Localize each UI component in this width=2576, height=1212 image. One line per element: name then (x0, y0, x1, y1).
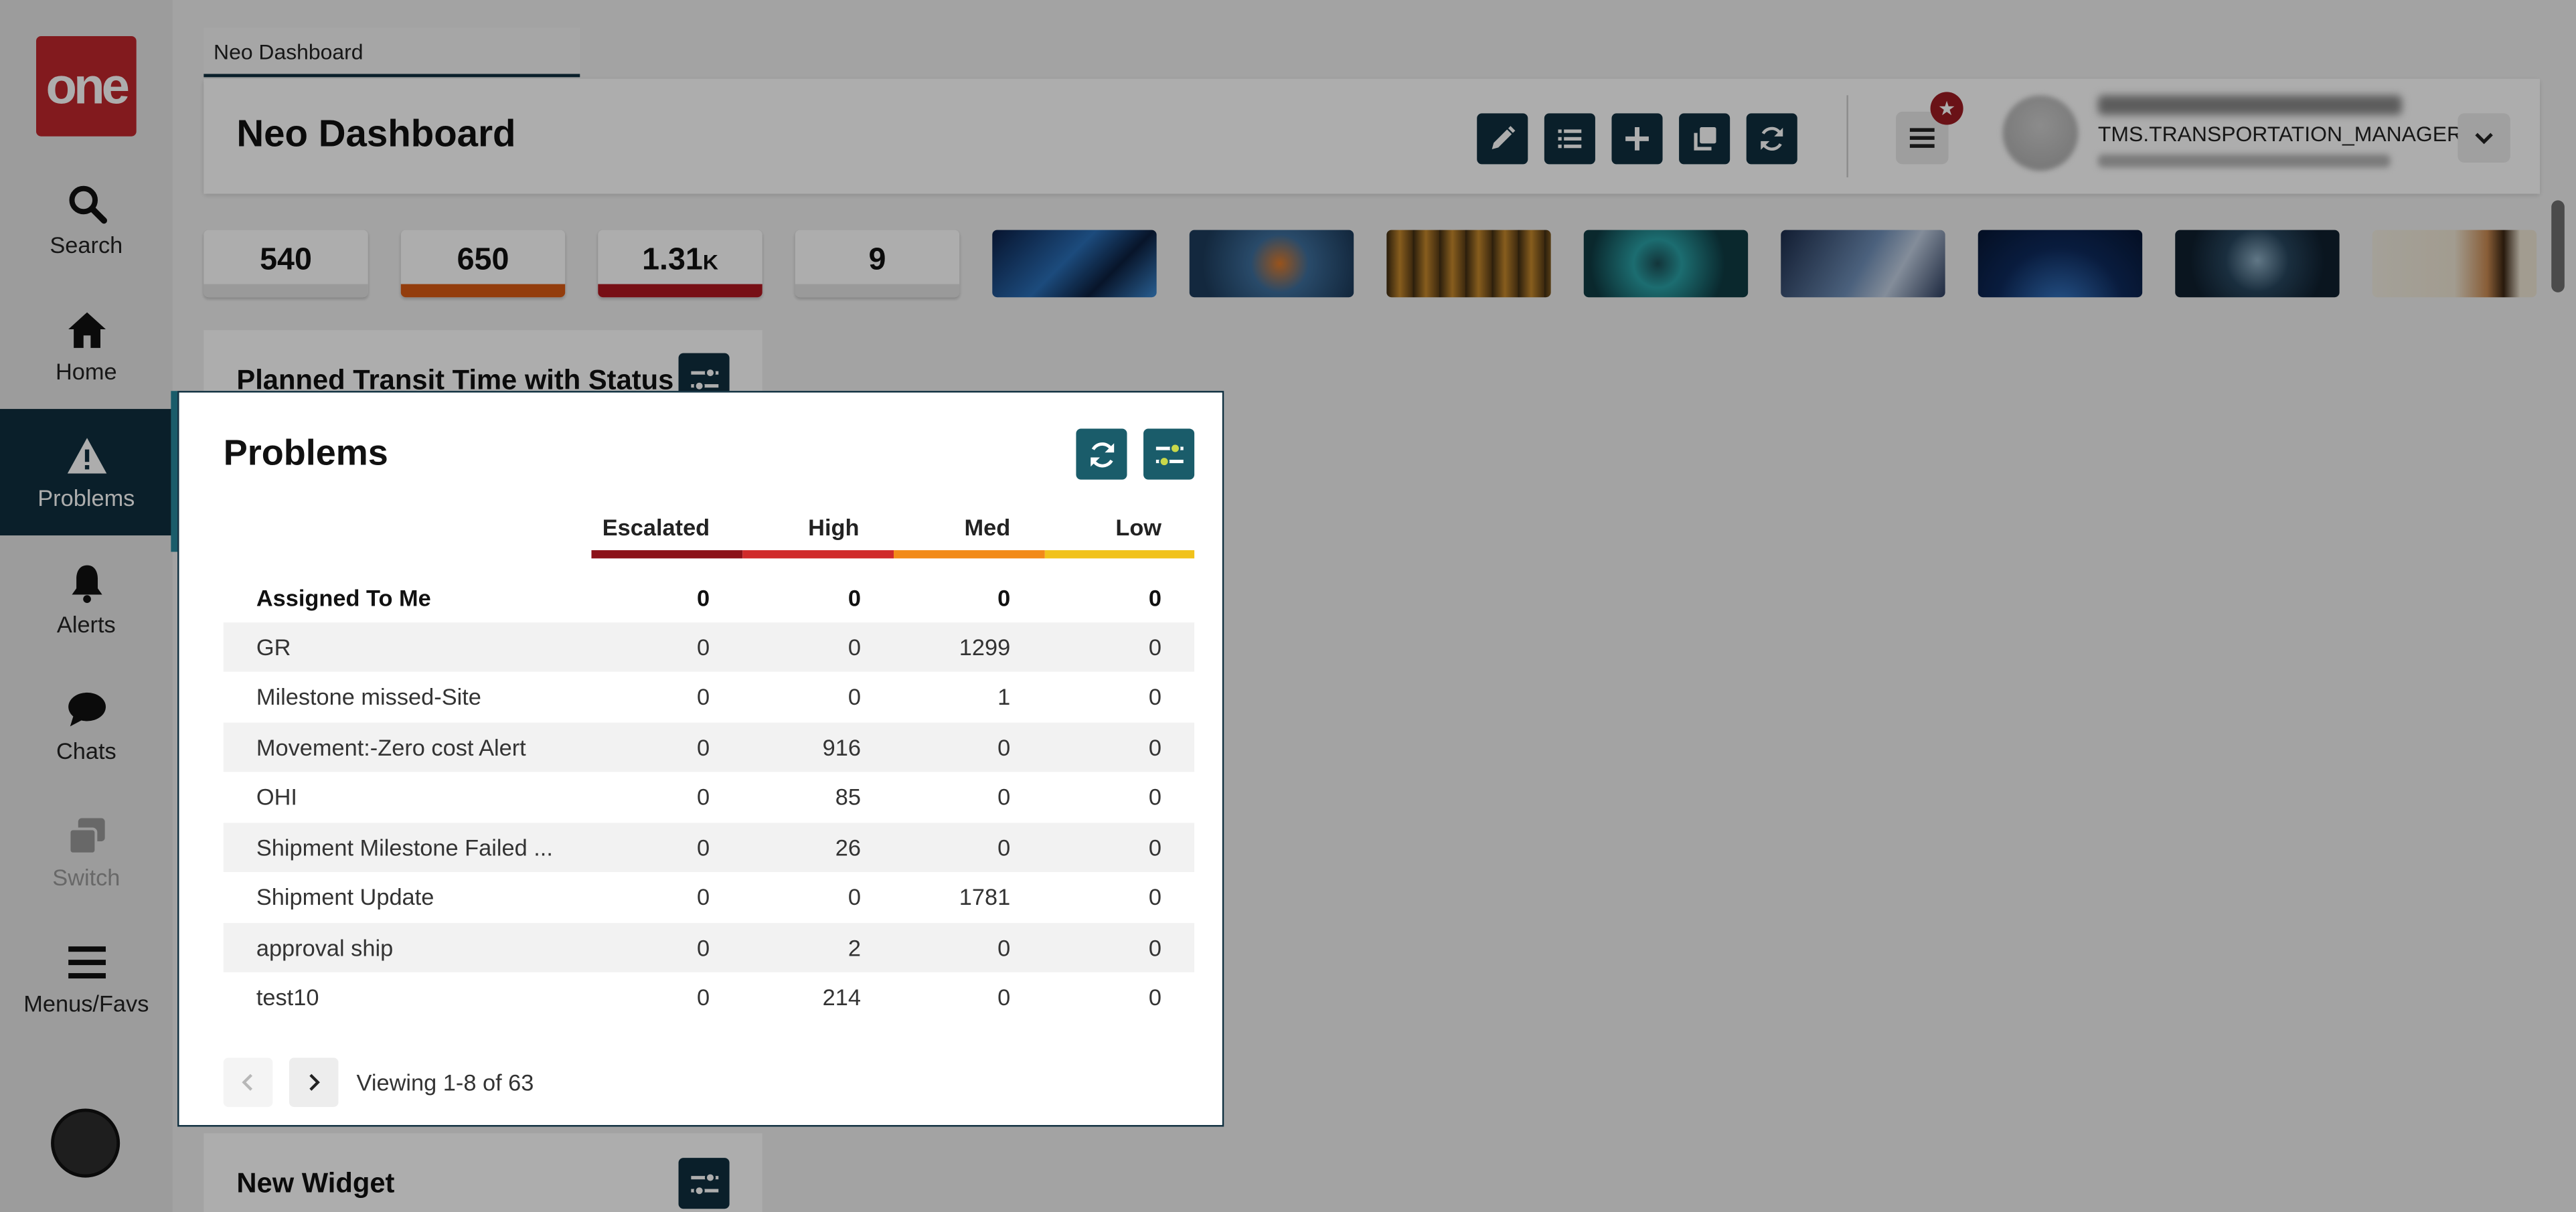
table-row[interactable]: Assigned To Me 0 0 0 0 (224, 573, 1194, 622)
cell-escalated[interactable]: 0 (594, 934, 710, 960)
table-row[interactable]: Shipment Milestone Failed ... 0 26 0 0 (223, 823, 1195, 873)
row-label: Assigned To Me (256, 584, 431, 611)
cell-med[interactable]: 1781 (895, 883, 1010, 910)
cell-low[interactable]: 0 (1046, 784, 1161, 810)
popup-title: Problems (223, 432, 388, 473)
cell-high[interactable]: 2 (746, 934, 861, 960)
table-row[interactable]: Shipment Update 0 0 1781 0 (224, 872, 1194, 922)
cell-low[interactable]: 0 (1046, 883, 1161, 910)
cell-high[interactable]: 0 (746, 634, 861, 660)
row-label: test10 (256, 984, 319, 1011)
row-label: OHI (256, 783, 297, 810)
cell-high[interactable]: 0 (746, 683, 861, 709)
cell-low[interactable]: 0 (1046, 734, 1161, 760)
table-row[interactable]: GR 0 0 1299 0 (223, 622, 1195, 672)
cell-low[interactable]: 0 (1046, 934, 1161, 960)
cell-high[interactable]: 85 (746, 784, 861, 810)
next-page-button[interactable] (289, 1057, 339, 1108)
problems-popup: Problems Escalated High Med Low Assigned… (177, 391, 1224, 1127)
row-label: Movement:-Zero cost Alert (256, 733, 526, 761)
cell-low[interactable]: 0 (1046, 683, 1161, 709)
cell-escalated[interactable]: 0 (594, 585, 710, 611)
cell-med[interactable]: 0 (895, 934, 1010, 960)
cell-high[interactable]: 214 (746, 984, 861, 1010)
column-header-escalated[interactable]: Escalated (591, 514, 710, 540)
prev-page-button[interactable] (223, 1057, 273, 1108)
table-row[interactable]: Milestone missed-Site 0 0 1 0 (224, 672, 1194, 721)
cell-med[interactable]: 0 (895, 835, 1010, 861)
table-row[interactable]: OHI 0 85 0 0 (224, 772, 1194, 821)
table-row[interactable]: test10 0 214 0 0 (224, 972, 1194, 1022)
cell-escalated[interactable]: 0 (594, 835, 710, 861)
cell-escalated[interactable]: 0 (594, 984, 710, 1010)
cell-med[interactable]: 0 (895, 784, 1010, 810)
escalated-color-bar (591, 550, 743, 559)
problems-settings-button[interactable] (1143, 428, 1195, 480)
cell-med[interactable]: 1299 (895, 634, 1010, 660)
cell-med[interactable]: 0 (895, 734, 1010, 760)
row-label: Milestone missed-Site (256, 683, 481, 710)
cell-escalated[interactable]: 0 (594, 734, 710, 760)
cell-low[interactable]: 0 (1046, 634, 1161, 660)
cell-escalated[interactable]: 0 (594, 784, 710, 810)
cell-med[interactable]: 0 (895, 984, 1010, 1010)
chevron-left-icon (242, 1073, 252, 1091)
chevron-right-icon (309, 1073, 320, 1091)
table-row[interactable]: Movement:-Zero cost Alert 0 916 0 0 (223, 722, 1195, 772)
row-label: GR (256, 634, 291, 661)
cell-low[interactable]: 0 (1046, 585, 1161, 611)
column-header-high[interactable]: High (742, 514, 859, 540)
high-color-bar (742, 550, 894, 559)
cell-med[interactable]: 1 (895, 683, 1010, 709)
column-header-med[interactable]: Med (894, 514, 1011, 540)
app-root: one Search Home Problems Alerts Chats Sw… (0, 0, 2576, 1212)
row-label: approval ship (256, 934, 394, 961)
problems-refresh-button[interactable] (1076, 428, 1127, 480)
cell-med[interactable]: 0 (895, 585, 1010, 611)
cell-high[interactable]: 916 (746, 734, 861, 760)
cell-escalated[interactable]: 0 (594, 634, 710, 660)
cell-high[interactable]: 0 (746, 883, 861, 910)
table-row[interactable]: approval ship 0 2 0 0 (223, 923, 1195, 972)
low-color-bar (1044, 550, 1195, 559)
cell-escalated[interactable]: 0 (594, 683, 710, 709)
cell-low[interactable]: 0 (1046, 984, 1161, 1010)
med-color-bar (894, 550, 1045, 559)
cell-escalated[interactable]: 0 (594, 883, 710, 910)
cell-low[interactable]: 0 (1046, 835, 1161, 861)
row-label: Shipment Milestone Failed ... (256, 834, 553, 861)
column-header-low[interactable]: Low (1045, 514, 1161, 540)
row-label: Shipment Update (256, 883, 434, 910)
cell-high[interactable]: 26 (746, 835, 861, 861)
refresh-icon (1089, 441, 1113, 467)
pager-status: Viewing 1-8 of 63 (356, 1069, 534, 1096)
sliders-icon (1155, 442, 1183, 466)
cell-high[interactable]: 0 (746, 585, 861, 611)
